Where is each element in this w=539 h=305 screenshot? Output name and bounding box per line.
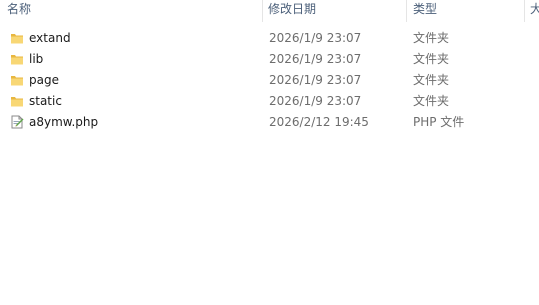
column-divider[interactable] [524, 0, 525, 22]
file-type: 文件夹 [413, 52, 450, 66]
file-row-a8ymw-php[interactable]: a8ymw.php 2026/2/12 19:45 PHP 文件 [0, 112, 539, 133]
file-list: extand 2026/1/9 23:07 文件夹 lib 2026/1/9 2… [0, 28, 539, 133]
column-header-date[interactable]: 修改日期 [268, 0, 316, 22]
file-date: 2026/1/9 23:07 [269, 52, 362, 66]
column-divider[interactable] [406, 0, 407, 22]
file-row-lib[interactable]: lib 2026/1/9 23:07 文件夹 [0, 49, 539, 70]
file-type: 文件夹 [413, 31, 450, 45]
column-header-name[interactable]: 名称 [7, 0, 31, 22]
file-type: 文件夹 [413, 73, 450, 87]
file-type: 文件夹 [413, 94, 450, 108]
file-name: a8ymw.php [29, 115, 99, 129]
file-name: extand [29, 31, 71, 45]
column-header-size[interactable]: 大 [530, 0, 539, 22]
file-row-static[interactable]: static 2026/1/9 23:07 文件夹 [0, 91, 539, 112]
file-row-page[interactable]: page 2026/1/9 23:07 文件夹 [0, 70, 539, 91]
column-header-type[interactable]: 类型 [413, 0, 437, 22]
file-date: 2026/1/9 23:07 [269, 73, 362, 87]
file-name: page [29, 73, 59, 87]
column-divider[interactable] [262, 0, 263, 22]
folder-icon [10, 52, 24, 66]
file-date: 2026/2/12 19:45 [269, 115, 369, 129]
file-row-extand[interactable]: extand 2026/1/9 23:07 文件夹 [0, 28, 539, 49]
file-name: lib [29, 52, 44, 66]
file-type: PHP 文件 [413, 115, 465, 129]
folder-icon [10, 31, 24, 45]
folder-icon [10, 73, 24, 87]
file-name: static [29, 94, 62, 108]
file-date: 2026/1/9 23:07 [269, 94, 362, 108]
file-date: 2026/1/9 23:07 [269, 31, 362, 45]
php-file-icon [10, 115, 24, 129]
column-header-bar: 名称 修改日期 类型 大 [0, 0, 539, 22]
folder-icon [10, 94, 24, 108]
